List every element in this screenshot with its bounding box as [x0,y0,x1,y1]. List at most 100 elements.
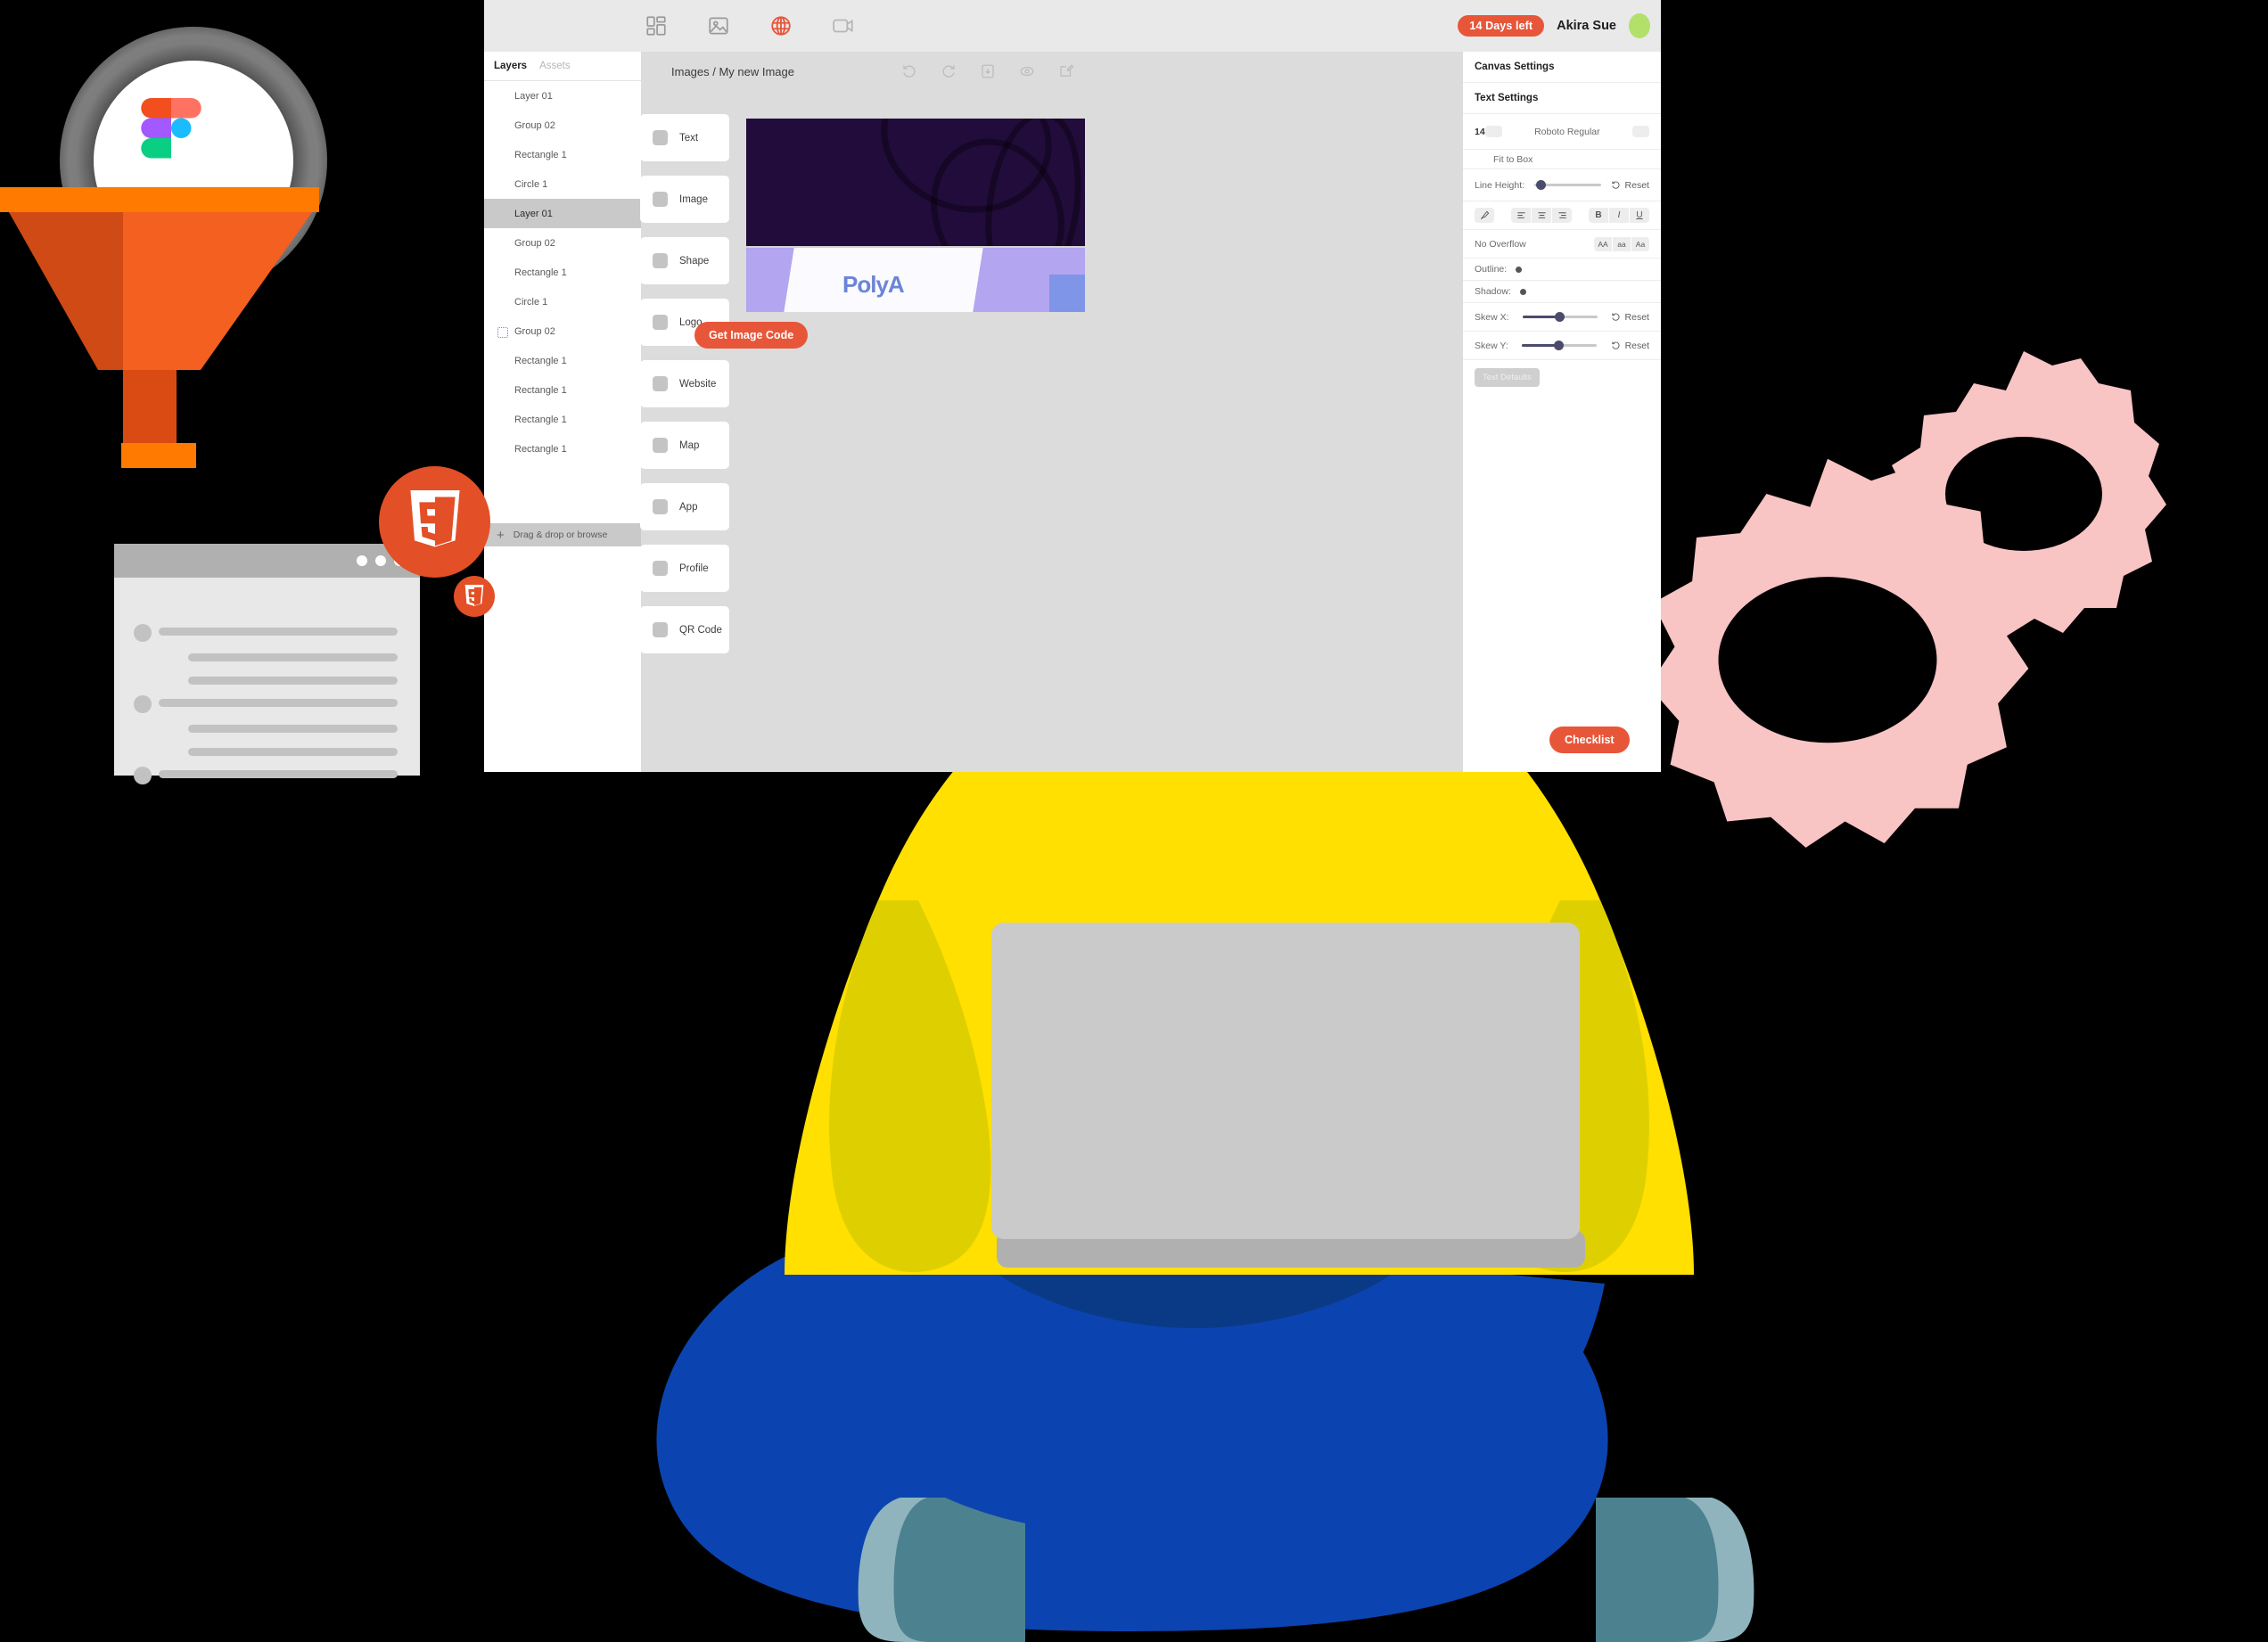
overflow-label[interactable]: No Overflow [1475,239,1526,250]
shadow-color-swatch[interactable] [1519,288,1526,295]
palette-item-text[interactable]: Text [640,114,729,161]
preview-eye-icon[interactable] [1019,63,1035,79]
list-line [188,653,398,661]
palette-item-label: Website [679,378,717,390]
layer-item[interactable]: Rectangle 1 [484,258,641,287]
group-icon [497,326,508,338]
layer-item[interactable]: Layer 01 [484,199,641,228]
list-line [159,628,398,636]
palette-item-label: QR Code [679,624,722,636]
globe-icon[interactable] [769,14,793,37]
skew-x-label: Skew X: [1475,311,1509,323]
layer-item[interactable]: Rectangle 1 [484,140,641,169]
layer-item[interactable]: Group 02 [484,228,641,258]
outline-color-swatch[interactable] [1516,266,1523,273]
palette-thumb-icon [653,192,668,207]
browser-dot [357,555,367,566]
list-line [159,699,398,707]
tab-layers[interactable]: Layers [494,61,527,71]
fit-to-box-row[interactable]: Fit to Box [1463,150,1661,169]
canvas-stage[interactable]: PolyA [746,119,1085,312]
layer-list: Layer 01 Group 02 Rectangle 1 Circle 1 Layer… [484,81,641,464]
palette-item-shape[interactable]: Shape [640,237,729,284]
font-size-value[interactable]: 14 [1475,127,1485,137]
html5-shield-icon [464,584,484,606]
layer-item[interactable]: Rectangle 1 [484,375,641,405]
list-line [188,725,398,733]
edit-icon[interactable] [1058,63,1074,79]
breadcrumb[interactable]: Images / My new Image [671,65,794,78]
dashboard-icon[interactable] [645,14,668,37]
list-avatar [134,767,152,784]
underline-button[interactable]: U [1630,208,1649,223]
user-name[interactable]: Akira Sue [1557,19,1616,33]
case-lower-button[interactable]: aa [1613,236,1631,251]
save-icon[interactable] [980,63,996,79]
canvas-area: Images / My new Image Text Image Shape Logo… [640,52,1463,772]
line-height-reset[interactable]: Reset [1611,180,1649,191]
video-icon[interactable] [832,14,855,37]
layer-item[interactable]: Group 02 [484,111,641,140]
trial-badge[interactable]: 14 Days left [1458,15,1545,37]
palette-item-app[interactable]: App [640,483,729,530]
bold-button[interactable]: B [1589,208,1608,223]
drag-drop-row[interactable]: + Drag & drop or browse [484,523,641,546]
palette-item-qr-code[interactable]: QR Code [640,606,729,653]
get-image-code-button[interactable]: Get Image Code [694,322,809,349]
italic-button[interactable]: I [1609,208,1629,223]
palette-thumb-icon [653,315,668,330]
reset-label: Reset [1624,179,1649,191]
skew-y-row: Skew Y: Reset [1463,332,1661,360]
palette-item-website[interactable]: Website [640,360,729,407]
align-left-icon[interactable] [1511,208,1531,223]
reset-icon [1611,313,1620,321]
layer-item[interactable]: Circle 1 [484,169,641,199]
skew-y-reset[interactable]: Reset [1611,341,1649,351]
html5-logo-large [379,466,490,578]
line-height-label: Line Height: [1475,179,1525,191]
font-size-stepper[interactable] [1484,126,1502,137]
layer-label: Layer 01 [514,208,553,219]
layer-label: Group 02 [514,237,555,249]
list-line [159,770,398,778]
tab-assets[interactable]: Assets [539,61,571,71]
layer-item[interactable]: Rectangle 1 [484,346,641,375]
font-style-dropdown[interactable] [1632,126,1649,137]
eyedropper-icon[interactable] [1475,208,1494,223]
skew-y-slider[interactable] [1522,341,1598,350]
align-center-icon[interactable] [1532,208,1551,223]
redo-icon[interactable] [941,63,957,79]
avatar[interactable] [1629,13,1650,38]
skew-x-slider[interactable] [1522,312,1598,322]
layer-label: Rectangle 1 [514,414,567,425]
layer-item[interactable]: Layer 01 [484,81,641,111]
case-upper-button[interactable]: AA [1594,236,1612,251]
align-right-icon[interactable] [1552,208,1572,223]
palette-item-profile[interactable]: Profile [640,545,729,592]
html5-logo-small [454,576,495,617]
layer-item[interactable]: Group 02 [484,316,641,346]
checklist-button[interactable]: Checklist [1549,727,1630,753]
palette-thumb-icon [653,561,668,576]
skew-x-reset[interactable]: Reset [1611,312,1649,323]
palette-item-label: App [679,501,698,513]
layer-label: Rectangle 1 [514,267,567,278]
layer-label: Group 02 [514,119,555,131]
layer-item[interactable]: Rectangle 1 [484,434,641,464]
undo-icon[interactable] [901,63,917,79]
line-height-slider[interactable] [1533,180,1601,190]
text-defaults-button[interactable]: Text Defaults [1475,368,1540,387]
layer-item[interactable]: Circle 1 [484,287,641,316]
palette-item-map[interactable]: Map [640,422,729,469]
image-icon[interactable] [707,14,730,37]
palette-thumb-icon [653,130,668,145]
font-family-value[interactable]: Roboto Regular [1502,127,1632,137]
text-settings-header: Text Settings [1463,83,1661,114]
layer-item[interactable]: Rectangle 1 [484,405,641,434]
canvas-settings-header: Canvas Settings [1463,52,1661,83]
app-window: 14 Days left Akira Sue Layers Assets Lay… [484,0,1661,772]
palette-item-image[interactable]: Image [640,176,729,223]
case-title-button[interactable]: Aa [1631,236,1649,251]
skew-x-row: Skew X: Reset [1463,303,1661,332]
palette-thumb-icon [653,438,668,453]
